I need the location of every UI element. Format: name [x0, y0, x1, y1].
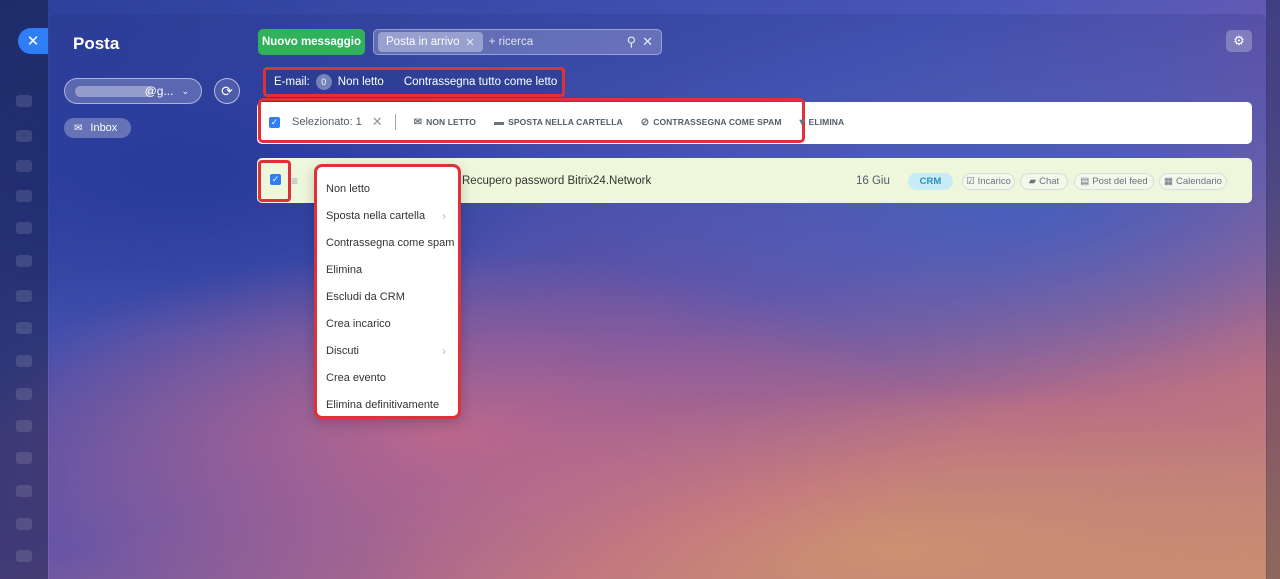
sidebar-item-inbox[interactable]: ✉ Inbox	[64, 118, 131, 138]
nav-placeholder-icon	[16, 420, 32, 432]
sidebar-item-label: Inbox	[90, 122, 118, 134]
message-subject[interactable]: Recupero password Bitrix24.Network	[462, 175, 651, 187]
mark-unread-action[interactable]: ✉ NON LETTO	[414, 117, 476, 128]
nav-placeholder-icon	[16, 518, 32, 530]
action-label: ELIMINA	[808, 117, 845, 127]
menu-item-label: Non letto	[326, 182, 371, 195]
filter-tag-label: Posta in arrivo	[386, 36, 460, 48]
menu-item-exclude-crm[interactable]: Escludi da CRM	[317, 283, 458, 310]
mark-all-read-link[interactable]: Contrassegna tutto come letto	[404, 76, 557, 88]
new-message-button[interactable]: Nuovo messaggio	[258, 29, 365, 55]
envelope-icon: ✉	[413, 116, 423, 128]
gear-icon: ⚙	[1233, 33, 1245, 48]
menu-item-label: Crea incarico	[326, 317, 391, 330]
chat-tag[interactable]: ▰ Chat	[1020, 173, 1068, 190]
blurred-email	[75, 86, 153, 97]
nav-placeholder-icon	[16, 255, 32, 267]
context-menu: Non letto Sposta nella cartella › Contras…	[314, 164, 461, 419]
select-all-checkbox[interactable]: ✓	[269, 116, 280, 128]
spam-icon: ⊘	[640, 116, 650, 128]
refresh-icon: ⟳	[221, 82, 233, 99]
tag-label: Post del feed	[1092, 176, 1148, 187]
chevron-down-icon: ⌄	[181, 85, 189, 96]
nav-placeholder-icon	[16, 160, 32, 172]
search-input[interactable]	[488, 36, 619, 48]
menu-item-label: Elimina	[326, 263, 363, 276]
nav-placeholder-icon	[16, 290, 32, 302]
nav-placeholder-icon	[16, 322, 32, 334]
refresh-button[interactable]: ⟳	[214, 78, 240, 104]
move-to-folder-action[interactable]: ▬ SPOSTA NELLA CARTELLA	[494, 117, 623, 128]
action-label: CONTRASSEGNA COME SPAM	[653, 117, 782, 127]
message-date: 16 Giu	[856, 175, 890, 187]
search-icon[interactable]: ⚲	[627, 34, 637, 50]
task-tag[interactable]: ☑ Incarico	[962, 173, 1015, 190]
chat-icon: ▰	[1028, 176, 1037, 187]
calendar-tag[interactable]: ▦ Calendario	[1159, 173, 1227, 190]
selection-toolbar-content: ✓ Selezionato: 1 ✕ ✉ NON LETTO ▬ SPOSTA …	[269, 114, 854, 130]
folder-icon: ▬	[493, 116, 505, 128]
settings-button[interactable]: ⚙	[1226, 30, 1252, 52]
mark-spam-action[interactable]: ⊘ CONTRASSEGNA COME SPAM	[641, 117, 782, 128]
menu-item-label: Elimina definitivamente	[326, 398, 440, 411]
menu-item-label: Sposta nella cartella	[326, 209, 426, 222]
nav-placeholder-icon	[16, 95, 32, 107]
delete-action[interactable]: ▾ ELIMINA	[800, 117, 845, 128]
nav-placeholder-icon	[16, 222, 32, 234]
remove-filter-icon[interactable]: ✕	[466, 36, 475, 49]
nav-placeholder-icon	[16, 355, 32, 367]
tag-label: Calendario	[1176, 176, 1222, 187]
close-slider-button[interactable]: ✕	[18, 28, 48, 54]
menu-item-label: Discuti	[326, 344, 360, 357]
menu-item-label: Contrassegna come spam	[326, 236, 455, 249]
nav-placeholder-icon	[16, 388, 32, 400]
clear-search-icon[interactable]: ✕	[642, 34, 653, 50]
menu-item-discuss[interactable]: Discuti ›	[317, 337, 458, 364]
mailbox-selector[interactable]: @g... ⌄	[64, 78, 202, 104]
crm-tag[interactable]: CRM	[908, 173, 953, 190]
close-icon: ✕	[26, 33, 40, 50]
envelope-icon: ✉	[74, 122, 83, 134]
trash-icon: ▾	[799, 116, 805, 128]
menu-item-unread[interactable]: Non letto	[317, 175, 458, 202]
nav-placeholder-icon	[16, 485, 32, 497]
menu-item-create-task[interactable]: Crea incarico	[317, 310, 458, 337]
menu-item-delete[interactable]: Elimina	[317, 256, 458, 283]
filter-tag[interactable]: Posta in arrivo ✕	[378, 32, 483, 52]
tag-label: Chat	[1039, 176, 1060, 187]
clear-selection-icon[interactable]: ✕	[372, 114, 383, 130]
search-bar[interactable]: Posta in arrivo ✕ ⚲ ✕	[373, 29, 662, 55]
page-title: Posta	[73, 34, 120, 53]
chevron-right-icon: ›	[442, 208, 446, 223]
row-checkbox[interactable]: ✓	[270, 174, 281, 185]
calendar-icon: ▦	[1164, 176, 1174, 187]
unread-filter-link[interactable]: Non letto	[338, 76, 384, 88]
menu-item-move-folder[interactable]: Sposta nella cartella ›	[317, 202, 458, 229]
menu-item-label: Escludi da CRM	[326, 290, 405, 303]
nav-placeholder-icon	[16, 130, 32, 142]
chevron-right-icon: ›	[442, 343, 446, 358]
drag-handle-icon[interactable]: ≡	[291, 174, 298, 188]
nav-placeholder-icon	[16, 452, 32, 464]
feed-icon: ▤	[1080, 176, 1090, 187]
task-icon: ☑	[966, 176, 975, 187]
unread-count-badge: 0	[315, 74, 332, 90]
selected-count: Selezionato: 1	[292, 116, 362, 128]
email-counter-bar: E-mail: 0 Non letto Contrassegna tutto c…	[263, 67, 565, 97]
menu-item-delete-permanently[interactable]: Elimina definitivamente	[317, 391, 458, 418]
action-label: SPOSTA NELLA CARTELLA	[508, 117, 623, 127]
feed-post-tag[interactable]: ▤ Post del feed	[1074, 173, 1154, 190]
action-label: NON LETTO	[426, 117, 476, 127]
tag-label: Incarico	[977, 176, 1011, 187]
left-app-strip	[0, 0, 48, 579]
email-label: E-mail:	[274, 76, 310, 88]
mail-panel: Posta @g... ⌄ ⟳ ✉ Inbox Nuovo messaggio …	[49, 14, 1267, 579]
nav-placeholder-icon	[16, 190, 32, 202]
nav-placeholder-icon	[16, 550, 32, 562]
menu-item-create-event[interactable]: Crea evento	[317, 364, 458, 391]
menu-item-label: Crea evento	[326, 371, 386, 384]
toolbar-divider	[394, 114, 396, 130]
menu-item-spam[interactable]: Contrassegna come spam	[317, 229, 458, 256]
right-app-strip	[1266, 0, 1280, 579]
